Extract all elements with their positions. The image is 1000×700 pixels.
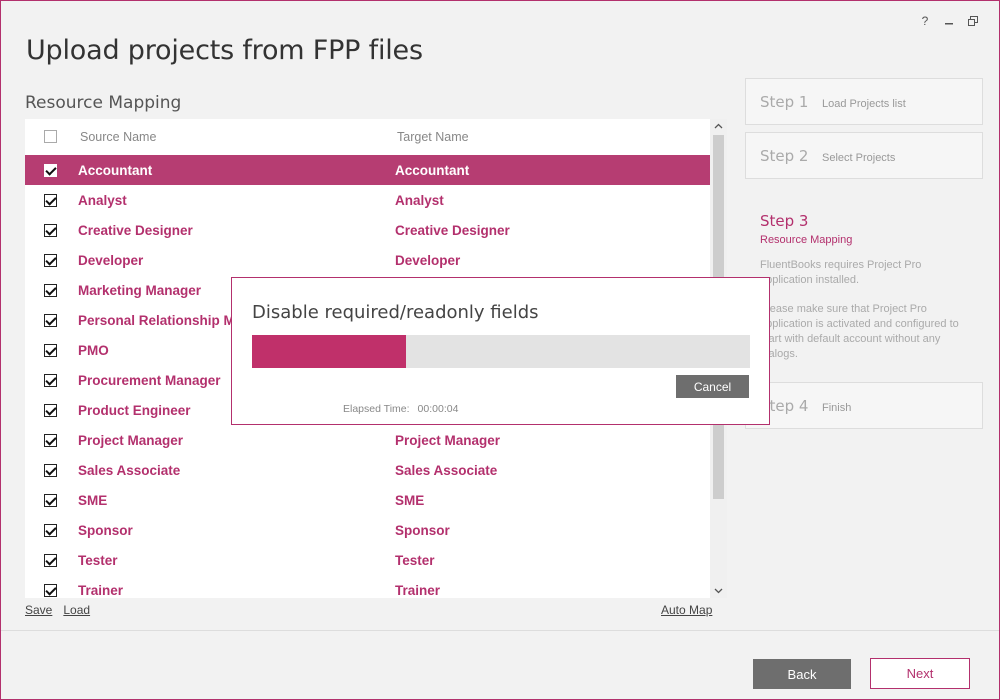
step-3-description: Resource Mapping: [760, 234, 853, 246]
elapsed-time-value: 00:00:04: [417, 403, 459, 415]
row-checkbox[interactable]: [44, 524, 57, 537]
step-4-box: Step 4 Finish: [745, 382, 983, 429]
source-name-cell: Tester: [78, 553, 118, 568]
table-row[interactable]: Tester Tester: [25, 545, 710, 575]
minimize-icon[interactable]: [937, 11, 961, 31]
target-name-cell[interactable]: Developer: [395, 253, 460, 268]
load-link[interactable]: Load: [63, 603, 90, 617]
source-name-cell: Sales Associate: [78, 463, 181, 478]
step-3-note: FluentBooks requires Project Pro applica…: [760, 258, 960, 362]
progress-bar-fill: [252, 335, 407, 368]
source-name-cell: Sponsor: [78, 523, 133, 538]
section-title: Resource Mapping: [25, 93, 182, 113]
table-row[interactable]: Creative Designer Creative Designer: [25, 215, 710, 245]
target-name-cell[interactable]: Analyst: [395, 193, 444, 208]
source-name-cell: Project Manager: [78, 433, 184, 448]
table-row[interactable]: Developer Developer: [25, 245, 710, 275]
source-name-cell: Personal Relationship Ma: [78, 313, 243, 328]
source-name-cell: Accountant: [78, 163, 153, 178]
step-1-description: Load Projects list: [822, 98, 906, 110]
table-row[interactable]: Project Manager Project Manager: [25, 425, 710, 455]
page-title: Upload projects from FPP files: [26, 35, 423, 66]
save-link[interactable]: Save: [25, 603, 52, 617]
source-name-cell: Creative Designer: [78, 223, 193, 238]
elapsed-time: Elapsed Time: 00:00:04: [343, 403, 458, 415]
progress-bar: [252, 335, 750, 368]
step-3-active: Step 3 Resource Mapping FluentBooks requ…: [760, 212, 990, 376]
step-3-number: Step 3: [760, 212, 809, 230]
grid-links: Save Load: [25, 603, 101, 617]
step-1-box: Step 1 Load Projects list: [745, 78, 983, 125]
row-checkbox[interactable]: [44, 464, 57, 477]
cancel-button[interactable]: Cancel: [676, 375, 749, 398]
table-row[interactable]: Sales Associate Sales Associate: [25, 455, 710, 485]
target-name-cell[interactable]: Sponsor: [395, 523, 450, 538]
step-2-number: Step 2: [760, 147, 809, 165]
target-name-cell[interactable]: Trainer: [395, 583, 440, 598]
target-name-cell[interactable]: Accountant: [395, 163, 469, 178]
back-button[interactable]: Back: [753, 659, 851, 689]
row-checkbox[interactable]: [44, 314, 57, 327]
row-checkbox[interactable]: [44, 254, 57, 267]
row-checkbox[interactable]: [44, 374, 57, 387]
select-all-checkbox[interactable]: [44, 130, 57, 143]
source-name-cell: Analyst: [78, 193, 127, 208]
source-name-cell: Developer: [78, 253, 144, 268]
restore-icon[interactable]: [961, 11, 985, 31]
help-icon[interactable]: ?: [913, 11, 937, 31]
row-checkbox[interactable]: [44, 434, 57, 447]
window-controls: ?: [913, 11, 985, 31]
next-button[interactable]: Next: [870, 658, 970, 689]
step-1-number: Step 1: [760, 93, 809, 111]
auto-map-link[interactable]: Auto Map: [661, 603, 712, 617]
step-3-note-2: Please make sure that Project Pro applic…: [760, 303, 959, 360]
progress-dialog: Disable required/readonly fields Cancel …: [231, 277, 770, 425]
elapsed-time-label: Elapsed Time:: [343, 403, 410, 415]
table-row[interactable]: Accountant Accountant: [25, 155, 710, 185]
grid-header: Source Name Target Name: [25, 119, 710, 155]
scroll-up-icon[interactable]: [710, 119, 727, 133]
column-header-source[interactable]: Source Name: [80, 130, 156, 144]
footer-bar: Back Next: [1, 630, 999, 699]
target-name-cell[interactable]: Project Manager: [395, 433, 500, 448]
table-row[interactable]: SME SME: [25, 485, 710, 515]
table-row[interactable]: Sponsor Sponsor: [25, 515, 710, 545]
target-name-cell[interactable]: Sales Associate: [395, 463, 497, 478]
source-name-cell: Procurement Manager: [78, 373, 221, 388]
row-checkbox[interactable]: [44, 494, 57, 507]
source-name-cell: PMO: [78, 343, 109, 358]
source-name-cell: Trainer: [78, 583, 124, 598]
row-checkbox[interactable]: [44, 164, 57, 177]
column-header-target[interactable]: Target Name: [397, 130, 469, 144]
target-name-cell[interactable]: SME: [395, 493, 424, 508]
table-row[interactable]: Analyst Analyst: [25, 185, 710, 215]
source-name-cell: Marketing Manager: [78, 283, 202, 298]
target-name-cell[interactable]: Creative Designer: [395, 223, 510, 238]
row-checkbox[interactable]: [44, 554, 57, 567]
row-checkbox[interactable]: [44, 404, 57, 417]
row-checkbox[interactable]: [44, 194, 57, 207]
step-2-box: Step 2 Select Projects: [745, 132, 983, 179]
target-name-cell[interactable]: Tester: [395, 553, 435, 568]
row-checkbox[interactable]: [44, 344, 57, 357]
source-name-cell: SME: [78, 493, 108, 508]
row-checkbox[interactable]: [44, 224, 57, 237]
scroll-down-icon[interactable]: [710, 584, 727, 598]
source-name-cell: Product Engineer: [78, 403, 191, 418]
step-3-note-1: FluentBooks requires Project Pro applica…: [760, 259, 922, 286]
step-4-description: Finish: [822, 402, 852, 414]
row-checkbox[interactable]: [44, 584, 57, 597]
progress-dialog-title: Disable required/readonly fields: [252, 302, 539, 323]
app-window: ? Upload projects from FPP files Resourc…: [0, 0, 1000, 700]
table-row[interactable]: Trainer Trainer: [25, 575, 710, 598]
row-checkbox[interactable]: [44, 284, 57, 297]
step-2-description: Select Projects: [822, 152, 896, 164]
